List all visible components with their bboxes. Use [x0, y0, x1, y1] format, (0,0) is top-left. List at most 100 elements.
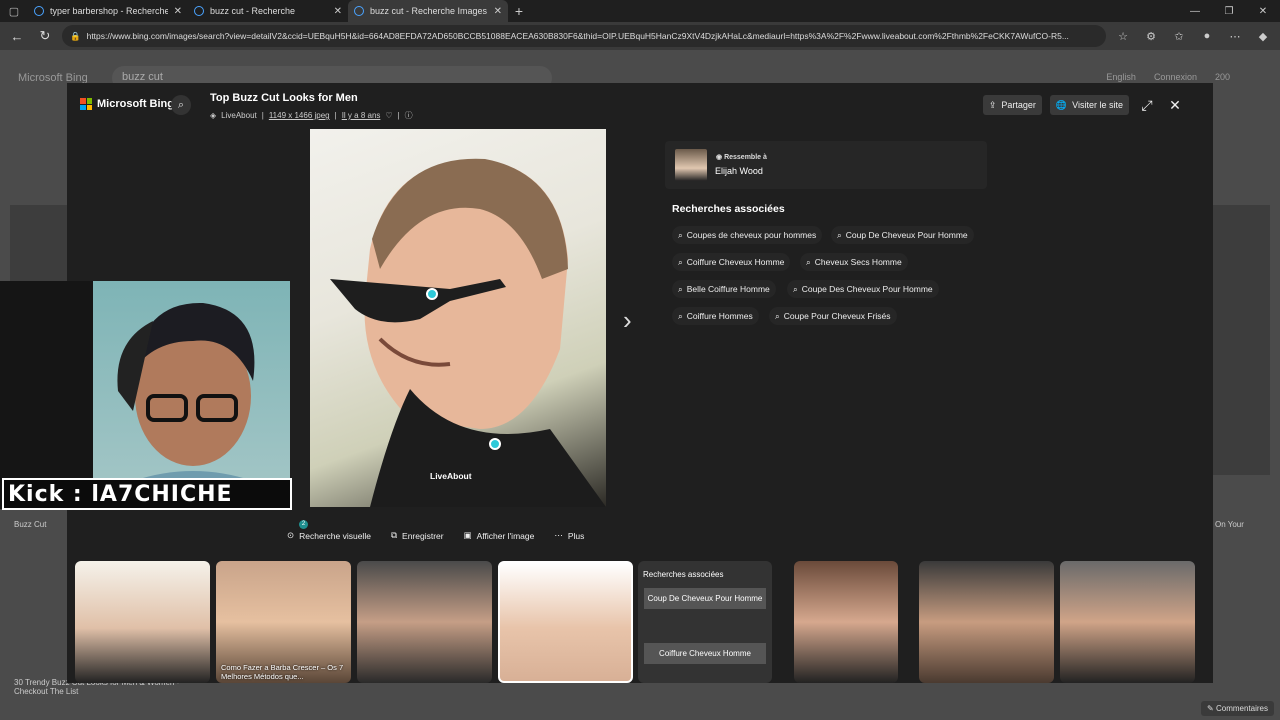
thumbnail[interactable] — [75, 561, 210, 683]
visual-search-hotspot[interactable] — [489, 438, 501, 450]
modal-logo[interactable]: Microsoft Bing — [80, 98, 174, 110]
related-chip[interactable]: ⌕ Coiffure Cheveux Homme — [672, 253, 791, 271]
share-label: Partager — [1001, 100, 1036, 110]
related-chip-label: Cheveux Secs Homme — [814, 257, 902, 267]
related-chip[interactable]: ⌕ Coup De Cheveux Pour Homme — [831, 226, 974, 244]
related-chip[interactable]: ⌕ Coupe Des Cheveux Pour Homme — [787, 280, 939, 298]
view-image-button[interactable]: ▣ Afficher l'image — [464, 530, 535, 541]
extensions-icon[interactable]: ⚙ — [1140, 30, 1162, 43]
tab-title: buzz cut - Recherche Images — [370, 6, 488, 16]
feedback-button[interactable]: ✎ Commentaires — [1201, 701, 1274, 716]
tab-title: buzz cut - Recherche — [210, 6, 296, 16]
source-icon: ◈ — [210, 111, 217, 120]
resembles-label-text: Ressemble à — [724, 154, 767, 161]
bg-caption: On Your — [1215, 520, 1244, 529]
back-icon[interactable]: ← — [6, 29, 28, 44]
favorite-icon[interactable]: ☆ — [1112, 30, 1134, 43]
bg-image-tile — [1213, 205, 1270, 475]
related-chip[interactable]: ⌕ Coupe Pour Cheveux Frisés — [769, 307, 897, 325]
visit-label: Visiter le site — [1072, 100, 1123, 110]
more-label: Plus — [567, 530, 585, 541]
thumbnail[interactable] — [1060, 561, 1195, 683]
safe-icon: ♡ — [385, 111, 393, 120]
related-searches-box: Recherches associées Coup De Cheveux Pou… — [638, 561, 772, 683]
close-tab-icon[interactable]: ✕ — [334, 6, 342, 17]
language-link[interactable]: English — [1106, 72, 1136, 82]
visual-search-button[interactable]: ⊙ Recherche visuelle — [287, 530, 371, 541]
next-image-chevron-icon[interactable]: › — [623, 305, 632, 336]
rewards-count[interactable]: 200 — [1215, 72, 1230, 82]
thumbnail[interactable] — [794, 561, 898, 683]
visit-site-button[interactable]: 🌐 Visiter le site — [1049, 95, 1129, 115]
new-tab-icon[interactable]: + — [508, 3, 530, 19]
related-chip[interactable]: ⌕ Coupes de cheveux pour hommes — [672, 226, 823, 244]
share-icon: ⇪ — [988, 99, 997, 110]
close-window-icon[interactable]: ✕ — [1246, 6, 1280, 17]
info-icon[interactable]: ⓘ — [405, 110, 413, 121]
related-chip-label: Coup De Cheveux Pour Homme — [845, 230, 968, 240]
window-menu-icon[interactable]: ▢ — [0, 0, 28, 22]
more-icon: ⋯ — [554, 530, 563, 540]
resembles-thumbnail — [675, 149, 707, 181]
copilot-icon[interactable]: ◆ — [1252, 30, 1274, 43]
share-button[interactable]: ⇪ Partager — [982, 95, 1042, 115]
globe-icon: 🌐 — [1055, 99, 1068, 110]
bg-caption: Buzz Cut — [14, 520, 47, 529]
browser-tab-2[interactable]: buzz cut - Recherche ✕ — [188, 0, 348, 22]
image-credit: LiveAbout — [430, 471, 472, 481]
search-icon[interactable]: ⌕ — [171, 95, 191, 115]
related-chip-label: Belle Coiffure Homme — [686, 284, 770, 294]
thumbnail[interactable] — [919, 561, 1054, 683]
related-chip[interactable]: ⌕ Belle Coiffure Homme — [672, 280, 776, 298]
favorites-list-icon[interactable]: ✩ — [1168, 30, 1190, 43]
save-label: Enregistrer — [402, 530, 444, 541]
minimize-icon[interactable]: — — [1178, 6, 1212, 17]
thumbnail-selected[interactable] — [498, 561, 633, 683]
related-box-item[interactable]: Coiffure Cheveux Homme — [644, 643, 766, 664]
webcam-overlay — [93, 281, 290, 509]
source-name[interactable]: LiveAbout — [221, 111, 257, 120]
signin-link[interactable]: Connexion — [1154, 72, 1197, 82]
url-text: https://www.bing.com/images/search?view=… — [86, 31, 1069, 41]
main-image[interactable]: LiveAbout — [310, 129, 606, 507]
menu-icon[interactable]: ⋯ — [1224, 30, 1246, 43]
expand-icon[interactable]: ⤢ — [1137, 97, 1157, 114]
refresh-icon[interactable]: ↻ — [34, 28, 56, 44]
search-icon: ⌕ — [806, 256, 811, 267]
more-button[interactable]: ⋯ Plus — [554, 530, 584, 541]
search-icon: ⌕ — [678, 310, 683, 321]
resembles-name: Elijah Wood — [715, 166, 763, 176]
image-title[interactable]: Top Buzz Cut Looks for Men — [210, 92, 358, 104]
search-icon: ⌕ — [837, 229, 842, 240]
close-tab-icon[interactable]: ✕ — [494, 6, 502, 17]
profile-icon[interactable]: ● — [1196, 30, 1218, 42]
microsoft-logo-icon — [80, 98, 92, 110]
related-chip[interactable]: ⌕ Coiffure Hommes — [672, 307, 759, 325]
window-controls: — ❐ ✕ — [1178, 6, 1280, 17]
related-chip-label: Coupe Pour Cheveux Frisés — [783, 311, 891, 321]
resembles-label: ◉ Ressemble à — [716, 153, 767, 161]
related-chip[interactable]: ⌕ Cheveux Secs Homme — [800, 253, 908, 271]
visual-search-label: Recherche visuelle — [299, 530, 371, 541]
browser-tab-1[interactable]: typer barbershop - Recherche Im... ✕ — [28, 0, 188, 22]
modal-logo-text: Microsoft Bing — [97, 98, 174, 110]
header-right: English Connexion 200 — [1106, 72, 1230, 82]
image-dimensions[interactable]: 1149 x 1466 jpeg — [269, 111, 330, 120]
save-button[interactable]: ⧉ Enregistrer — [391, 530, 444, 541]
comment-icon: ✎ — [1207, 704, 1216, 713]
search-icon: ⌕ — [793, 283, 798, 294]
image-age[interactable]: Il y a 8 ans — [342, 111, 381, 120]
resembles-card[interactable]: ◉ Ressemble à Elijah Wood — [665, 141, 987, 189]
tab-title: typer barbershop - Recherche Im... — [50, 6, 168, 16]
thumbnail[interactable] — [357, 561, 492, 683]
webcam-person-illustration — [93, 302, 290, 509]
close-icon[interactable]: ✕ — [1165, 97, 1185, 114]
maximize-icon[interactable]: ❐ — [1212, 6, 1246, 17]
thumbnail[interactable]: Como Fazer a Barba Crescer – Os 7 Melhor… — [216, 561, 351, 683]
save-icon: ⧉ — [390, 530, 398, 540]
close-tab-icon[interactable]: ✕ — [174, 6, 182, 17]
visual-search-hotspot[interactable] — [426, 288, 438, 300]
related-box-item[interactable]: Coup De Cheveux Pour Homme — [644, 588, 766, 609]
browser-tab-3[interactable]: buzz cut - Recherche Images ✕ — [348, 0, 508, 22]
url-field[interactable]: 🔒 https://www.bing.com/images/search?vie… — [62, 25, 1106, 47]
